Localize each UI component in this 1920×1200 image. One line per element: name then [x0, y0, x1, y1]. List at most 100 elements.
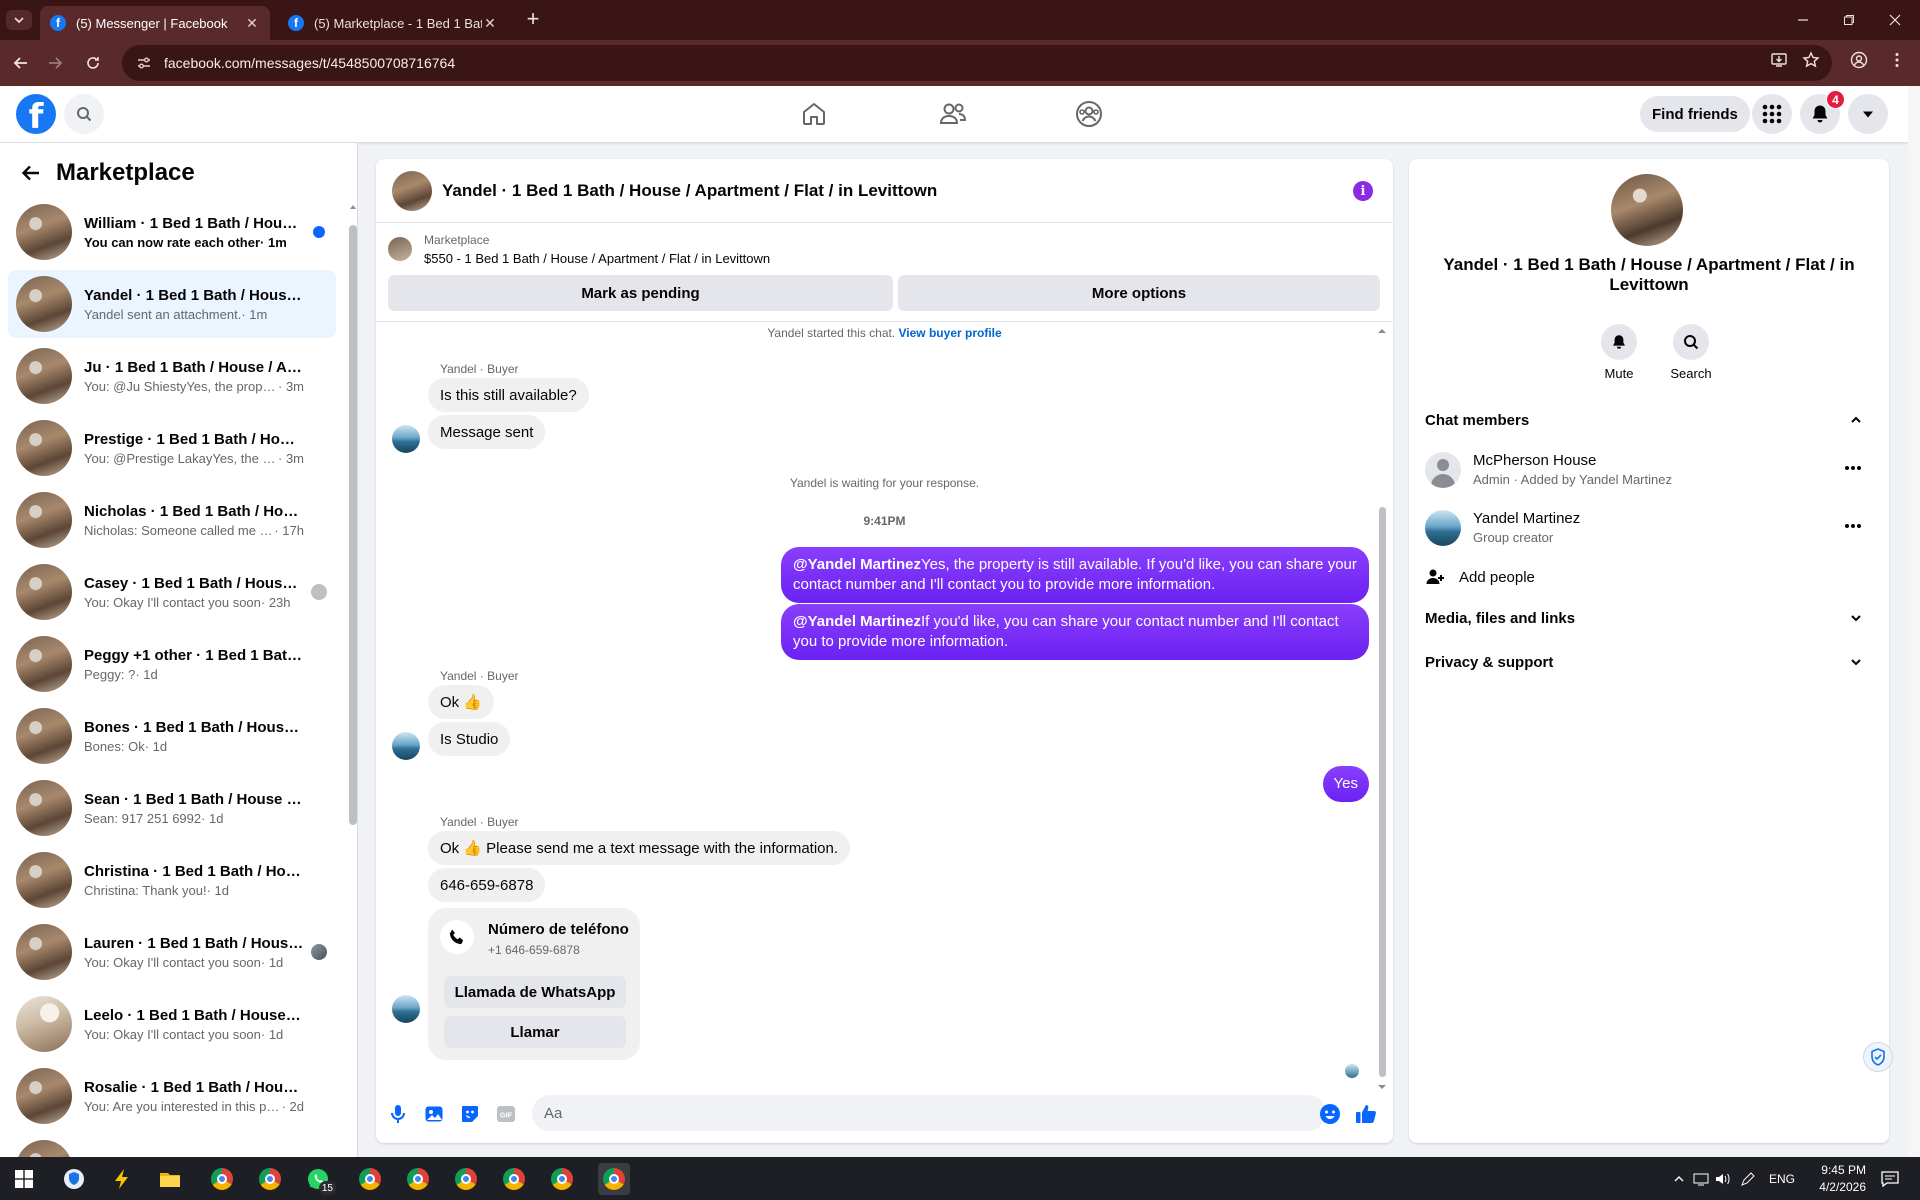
chevron-up-icon[interactable]	[1668, 1173, 1690, 1185]
conversation-item[interactable]: Bones · 1 Bed 1 Bath / House / Apartment…	[8, 702, 336, 770]
restore-button[interactable]	[1826, 0, 1872, 40]
chrome-icon[interactable]	[498, 1163, 530, 1195]
incoming-message[interactable]: Is this still available?	[428, 378, 589, 412]
chrome-icon[interactable]	[254, 1163, 286, 1195]
conversation-item[interactable]: Nicholas · 1 Bed 1 Bath / House / Apartm…	[8, 486, 336, 554]
chrome-icon[interactable]	[402, 1163, 434, 1195]
marketplace-listing-banner[interactable]: Marketplace $550 - 1 Bed 1 Bath / House …	[376, 223, 1393, 279]
browser-menu-icon[interactable]	[1886, 49, 1908, 71]
back-arrow-icon[interactable]	[18, 160, 44, 186]
conversation-item[interactable]: William · 1 Bed 1 Bath / House / Apartme…	[8, 198, 336, 266]
clock[interactable]: 9:45 PM 4/2/2026	[1786, 1162, 1866, 1196]
menu-button[interactable]	[1752, 94, 1792, 134]
more-options-button[interactable]: More options	[898, 275, 1380, 311]
conversation-item[interactable]: Yandel · 1 Bed 1 Bath / House / Apartmen…	[8, 270, 336, 338]
sidebar-scrollbar[interactable]	[349, 203, 357, 1151]
shield-extension-icon[interactable]	[1863, 1042, 1893, 1072]
view-buyer-profile-link[interactable]: View buyer profile	[899, 326, 1002, 340]
scroll-up-icon[interactable]	[1377, 327, 1387, 335]
outgoing-message[interactable]: @Yandel MartinezIf you'd like, you can s…	[781, 604, 1369, 660]
incoming-message[interactable]: Ok 👍 Please send me a text message with …	[428, 831, 851, 865]
incoming-message[interactable]: Is Studio	[428, 722, 511, 756]
chat-scrollbar[interactable]	[1377, 327, 1387, 1089]
security-app-icon[interactable]	[58, 1163, 90, 1195]
incoming-message[interactable]: Ok 👍	[428, 685, 495, 719]
windows-start-icon[interactable]	[8, 1163, 40, 1195]
member-row[interactable]: Yandel Martinez Group creator	[1425, 502, 1873, 552]
back-button[interactable]	[8, 50, 34, 76]
search-action[interactable]: Search	[1661, 324, 1721, 381]
thumbs-up-icon[interactable]	[1354, 1102, 1378, 1126]
find-friends-button[interactable]: Find friends	[1640, 96, 1750, 132]
conversation-item[interactable]: Rosalie · 1 Bed 1 Bath / House / Apartme…	[8, 1062, 336, 1130]
tab-messenger[interactable]: f (5) Messenger | Facebook ✕	[40, 6, 270, 40]
conversation-item[interactable]: Peggy +1 other · 1 Bed 1 Bath / House / …	[8, 630, 336, 698]
chat-avatar[interactable]	[392, 170, 432, 211]
photo-icon[interactable]	[422, 1102, 446, 1126]
conversation-item[interactable]: Maryellen · 1 Bed 1 Bath / House / Apart…	[8, 1134, 336, 1157]
network-icon[interactable]	[1690, 1172, 1712, 1186]
incoming-message[interactable]: Message sent	[428, 415, 546, 449]
privacy-support-section[interactable]: Privacy & support	[1425, 644, 1873, 680]
sender-avatar[interactable]	[392, 995, 420, 1023]
address-bar[interactable]: facebook.com/messages/t/4548500708716764	[122, 45, 1832, 81]
close-tab-icon[interactable]: ✕	[244, 15, 260, 31]
close-window-button[interactable]	[1872, 0, 1918, 40]
member-row[interactable]: McPherson House Admin · Added by Yandel …	[1425, 444, 1873, 494]
conversation-item[interactable]: Prestige · 1 Bed 1 Bath / House / Apartm…	[8, 414, 336, 482]
forward-button[interactable]	[42, 50, 68, 76]
add-people-button[interactable]: Add people	[1425, 559, 1535, 595]
reload-button[interactable]	[80, 50, 106, 76]
chrome-icon[interactable]	[354, 1163, 386, 1195]
mention[interactable]: @Yandel Martinez	[793, 613, 921, 630]
file-explorer-icon[interactable]	[154, 1163, 186, 1195]
sidebar-scroll-thumb[interactable]	[349, 225, 357, 825]
microphone-icon[interactable]	[386, 1102, 410, 1126]
sender-avatar[interactable]	[392, 732, 420, 760]
sticker-icon[interactable]	[458, 1102, 482, 1126]
conversation-item[interactable]: Ju · 1 Bed 1 Bath / House / Apartment / …	[8, 342, 336, 410]
chrome-icon[interactable]	[450, 1163, 482, 1195]
whatsapp-call-button[interactable]: Llamada de WhatsApp	[444, 976, 626, 1008]
more-options-icon[interactable]	[1841, 514, 1865, 538]
whatsapp-icon[interactable]: 15	[302, 1163, 336, 1195]
chrome-icon[interactable]	[598, 1163, 630, 1195]
more-options-icon[interactable]	[1841, 456, 1865, 480]
chat-scroll-thumb[interactable]	[1379, 507, 1386, 1077]
media-files-links-section[interactable]: Media, files and links	[1425, 600, 1873, 636]
mention[interactable]: @Yandel Martinez	[793, 556, 921, 573]
volume-icon[interactable]	[1712, 1172, 1734, 1186]
new-tab-button[interactable]: +	[520, 8, 546, 32]
facebook-logo[interactable]: f	[16, 94, 56, 134]
conversation-item[interactable]: Sean · 1 Bed 1 Bath / House / Apartment …	[8, 774, 336, 842]
outgoing-message[interactable]: Yes	[1322, 766, 1369, 802]
chat-title[interactable]: Yandel · 1 Bed 1 Bath / House / Apartmen…	[442, 181, 937, 201]
chrome-icon[interactable]	[206, 1163, 238, 1195]
conversation-item[interactable]: Lauren · 1 Bed 1 Bath / House / Apartmen…	[8, 918, 336, 986]
bookmark-star-icon[interactable]	[1800, 49, 1822, 71]
chat-members-section[interactable]: Chat members	[1425, 402, 1873, 438]
lightning-app-icon[interactable]	[106, 1163, 138, 1195]
conversation-item[interactable]: Casey · 1 Bed 1 Bath / House / Apartment…	[8, 558, 336, 626]
home-nav[interactable]	[794, 94, 834, 134]
sender-avatar[interactable]	[392, 425, 420, 453]
close-tab-icon[interactable]: ✕	[482, 15, 498, 31]
notification-center-icon[interactable]	[1874, 1163, 1906, 1195]
chrome-icon[interactable]	[546, 1163, 578, 1195]
conversation-item[interactable]: Christina · 1 Bed 1 Bath / House / Apart…	[8, 846, 336, 914]
conversation-avatar[interactable]	[1611, 174, 1683, 246]
gif-icon[interactable]: GIF	[494, 1102, 518, 1126]
search-button[interactable]	[64, 94, 104, 134]
tab-search-button[interactable]	[6, 10, 32, 30]
groups-nav[interactable]	[1069, 94, 1109, 134]
pen-icon[interactable]	[1734, 1171, 1762, 1187]
account-button[interactable]	[1848, 94, 1888, 134]
friends-nav[interactable]	[933, 94, 973, 134]
profile-icon[interactable]	[1848, 49, 1870, 71]
emoji-icon[interactable]	[1318, 1102, 1342, 1126]
minimize-button[interactable]	[1780, 0, 1826, 40]
mute-action[interactable]: Mute	[1589, 324, 1649, 381]
conversation-item[interactable]: Leelo · 1 Bed 1 Bath / House / Apartment…	[8, 990, 336, 1058]
page-scrollbar[interactable]	[1908, 86, 1920, 1157]
mark-as-pending-button[interactable]: Mark as pending	[388, 275, 893, 311]
